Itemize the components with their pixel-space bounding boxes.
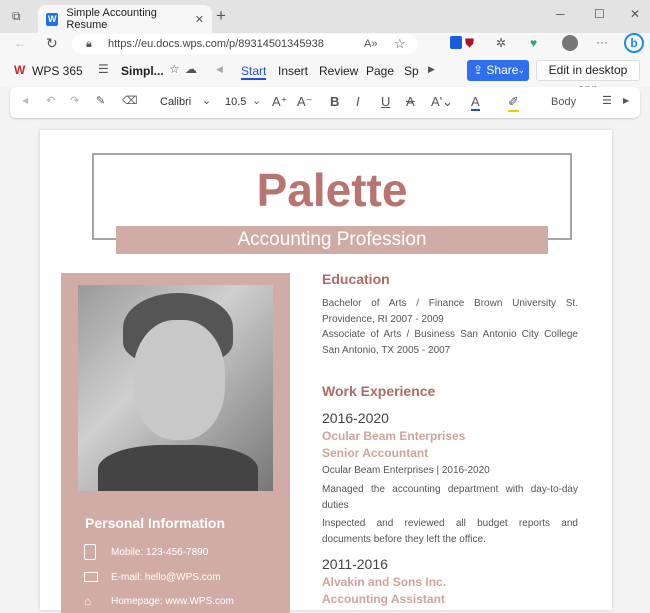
url-text: https://eu.docs.wps.com/p/89314501345938: [108, 38, 324, 50]
wps-logo-icon: W: [14, 63, 26, 77]
resume-subtitle: Accounting Profession: [116, 226, 548, 254]
education-heading: Education: [322, 271, 390, 287]
job-years: 2016-2020: [322, 410, 389, 426]
bitwarden-icon[interactable]: [450, 36, 462, 52]
address-bar[interactable]: 🔒︎ https://eu.docs.wps.com/p/89314501345…: [72, 34, 418, 54]
share-label: Share: [486, 63, 519, 77]
favorite-star-icon[interactable]: ☆: [394, 34, 406, 54]
resume-title: Palette: [256, 164, 408, 216]
highlight-icon[interactable]: ✐: [508, 94, 519, 112]
homepage-icon: ⌂: [84, 594, 92, 608]
doc-name[interactable]: Simpl...: [121, 64, 164, 78]
avatar[interactable]: [562, 35, 578, 51]
redo-icon[interactable]: ↷: [70, 94, 79, 107]
lock-icon: 🔒︎: [86, 38, 92, 50]
work-heading: Work Experience: [322, 383, 436, 399]
job-duty: Managed the accounting department with d…: [322, 484, 578, 511]
tab-title: Simple Accounting Resume: [66, 7, 157, 31]
font-select[interactable]: Calibri: [160, 96, 191, 108]
job-role: Senior Accountant: [322, 446, 429, 460]
wps-favicon-icon: W: [46, 12, 59, 26]
education-entry: Bachelor of Arts / Finance Brown Univers…: [322, 298, 578, 325]
undo-icon[interactable]: ↶: [46, 94, 55, 107]
format-toolbar: ◀ ↶ ↷ ✎ ⌫ Calibri ⌄ 10.5 ⌄ A⁺ A⁻ B I U A…: [10, 87, 640, 118]
tab-insert[interactable]: Insert: [278, 64, 308, 78]
close-tab-icon[interactable]: ✕: [195, 13, 204, 26]
email-icon: [84, 572, 98, 582]
share-button[interactable]: ⇪ Share ⌄: [467, 60, 529, 81]
tab-start[interactable]: Start: [241, 64, 267, 80]
job-company: Ocular Beam Enterprises: [322, 429, 466, 443]
underline-icon[interactable]: U: [381, 94, 390, 109]
grow-font-icon[interactable]: A⁺: [272, 94, 288, 110]
job-company: Alvakin and Sons Inc.: [322, 575, 447, 589]
heart-extension-icon[interactable]: ♥: [530, 36, 537, 50]
align-icon[interactable]: ☰: [602, 94, 612, 107]
italic-icon[interactable]: I: [356, 94, 360, 109]
minimize-icon[interactable]: ─: [556, 7, 565, 21]
wps-toolbar: W WPS 365 ☰ Simpl... ☆ ☁ ◀ Start Insert …: [0, 57, 650, 96]
workspaces-icon[interactable]: ⧉: [12, 9, 21, 24]
menu-icon[interactable]: ☰: [98, 62, 109, 76]
back-icon[interactable]: ←: [14, 36, 26, 50]
tab-sp[interactable]: Sp: [404, 64, 419, 78]
read-aloud-icon[interactable]: A»: [364, 34, 377, 54]
share-icon: ⇪: [473, 63, 487, 77]
extensions-icon[interactable]: ✲: [496, 36, 506, 50]
star-icon[interactable]: ☆: [169, 62, 180, 76]
eraser-icon[interactable]: ⌫: [122, 94, 138, 107]
edit-in-desktop-button[interactable]: Edit in desktop app: [536, 60, 640, 96]
phone-icon: [84, 544, 96, 560]
text-effects-icon[interactable]: A'⌄: [431, 94, 453, 110]
tab-page[interactable]: Page: [366, 64, 394, 78]
new-tab-button[interactable]: +: [216, 6, 226, 26]
refresh-icon[interactable]: ↻: [46, 35, 58, 52]
maximize-icon[interactable]: ☐: [594, 7, 605, 21]
education-entry: Associate of Arts / Business San Antonio…: [322, 329, 578, 356]
shrink-font-icon[interactable]: A⁻: [297, 94, 313, 110]
mobile-text: Mobile: 123-456-7890: [111, 547, 209, 558]
font-size-select[interactable]: 10.5: [225, 96, 246, 108]
browser-tab-bar: ⧉ W Simple Accounting Resume ✕ + ─ ☐ ✕: [0, 0, 650, 33]
scroll-left-icon[interactable]: ◀: [216, 64, 223, 75]
scroll-left-icon[interactable]: ◀: [22, 96, 28, 105]
tab-review[interactable]: Review: [319, 64, 358, 78]
bold-icon[interactable]: B: [330, 94, 339, 109]
cloud-icon[interactable]: ☁: [185, 62, 197, 76]
style-select[interactable]: Body: [551, 96, 576, 108]
chevron-down-icon[interactable]: ⌄: [517, 60, 525, 81]
strikethrough-icon[interactable]: A: [406, 94, 415, 109]
personal-info-heading: Personal Information: [85, 515, 226, 531]
job-role: Accounting Assistant: [322, 592, 445, 606]
job-detail: Ocular Beam Enterprises | 2016-2020: [322, 465, 490, 476]
format-painter-icon[interactable]: ✎: [96, 94, 105, 107]
job-duty: Inspected and reviewed all budget report…: [322, 518, 578, 545]
more-icon[interactable]: ···: [596, 35, 608, 49]
chevron-down-icon[interactable]: ⌄: [202, 94, 211, 107]
browser-tab[interactable]: W Simple Accounting Resume ✕: [38, 5, 212, 33]
scroll-right-icon[interactable]: ▶: [623, 96, 629, 105]
shield-extension-icon[interactable]: ⛊: [465, 36, 474, 51]
scroll-right-icon[interactable]: ▶: [428, 64, 435, 75]
job-years: 2011-2016: [322, 556, 388, 572]
chevron-down-icon[interactable]: ⌄: [252, 94, 261, 107]
font-color-icon[interactable]: A: [471, 94, 480, 111]
homepage-text: Homepage: www.WPS.com: [111, 596, 234, 607]
profile-photo: [78, 285, 273, 491]
email-text: E-mail: hello@WPS.com: [111, 572, 221, 583]
bing-icon[interactable]: b: [624, 33, 644, 53]
wps-brand[interactable]: WPS 365: [32, 64, 83, 78]
close-window-icon[interactable]: ✕: [630, 7, 640, 21]
